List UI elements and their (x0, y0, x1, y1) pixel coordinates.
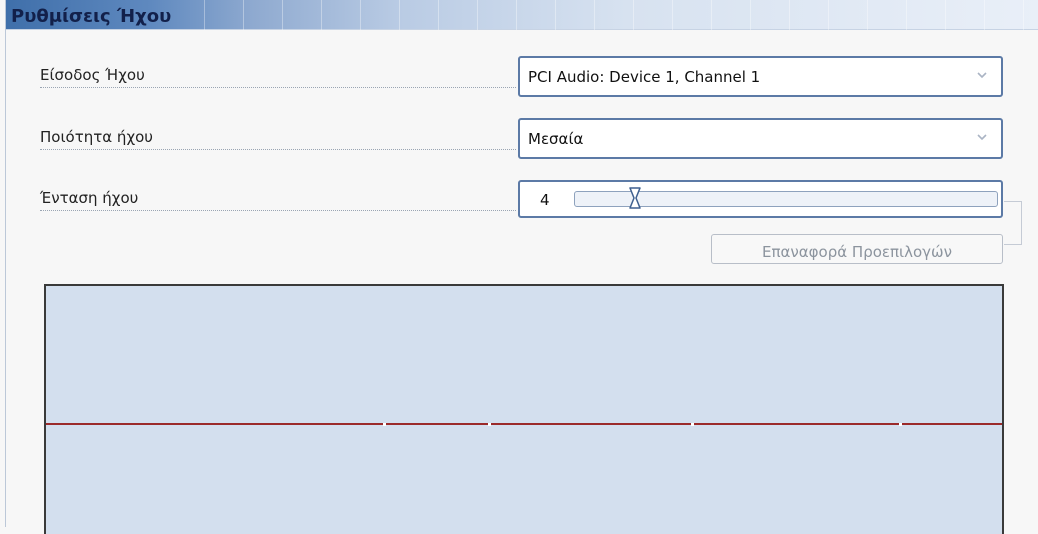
reset-defaults-button[interactable]: Επαναφορά Προεπιλογών (711, 234, 1003, 264)
waveform-marker (691, 423, 694, 426)
audio-input-value: PCI Audio: Device 1, Channel 1 (528, 68, 761, 86)
audio-settings-panel: Ρυθμίσεις Ήχου Είσοδος Ήχου PCI Audio: D… (5, 0, 1038, 534)
waveform-marker (383, 423, 386, 426)
waveform-marker (488, 423, 491, 426)
reset-group-bracket (1004, 201, 1022, 245)
volume-slider-track[interactable] (574, 187, 998, 209)
waveform-marker (899, 423, 902, 426)
volume-label: Ένταση ήχου (40, 185, 516, 211)
waveform-canvas (46, 423, 1002, 426)
audio-quality-label: Ποιότητα ήχου (40, 124, 516, 150)
hourglass-thumb-icon[interactable] (629, 186, 641, 210)
panel-header: Ρυθμίσεις Ήχου (6, 0, 1038, 30)
chevron-down-icon[interactable] (973, 68, 991, 86)
audio-input-select[interactable]: PCI Audio: Device 1, Channel 1 (518, 56, 1003, 97)
panel-title: Ρυθμίσεις Ήχου (11, 6, 172, 27)
chevron-down-icon[interactable] (973, 130, 991, 148)
audio-input-label: Είσοδος Ήχου (40, 62, 516, 88)
volume-value: 4 (540, 191, 550, 209)
waveform-display (44, 284, 1004, 534)
audio-quality-select[interactable]: Μεσαία (518, 118, 1003, 159)
audio-quality-value: Μεσαία (528, 130, 584, 148)
volume-control[interactable]: 4 (518, 180, 1003, 218)
